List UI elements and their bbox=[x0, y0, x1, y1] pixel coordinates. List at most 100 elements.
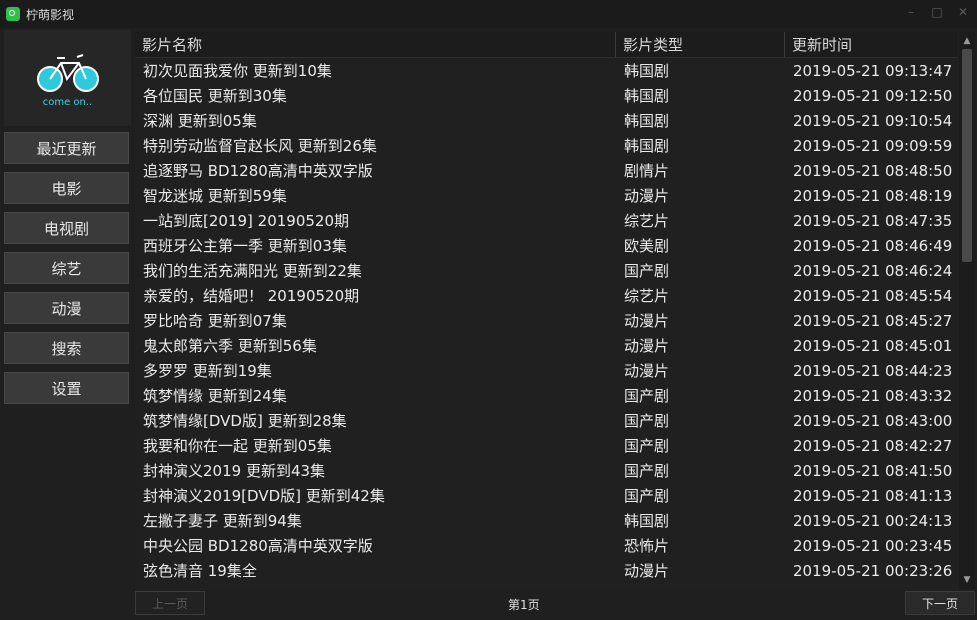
cell-title: 特别劳动监督官赵长风 更新到26集 bbox=[143, 137, 377, 155]
cell-type: 动漫片 bbox=[624, 562, 670, 580]
cell-time: 2019-05-21 08:46:49 bbox=[793, 236, 953, 255]
video-table: 影片名称 影片类型 更新时间 初次见面我爱你 更新到10集 韩国剧 2019-05-… bbox=[135, 32, 975, 589]
cell-title: 深渊 更新到05集 bbox=[143, 112, 257, 130]
cell-title: 筑梦情缘[DVD版] 更新到28集 bbox=[143, 412, 347, 430]
cell-title: 追逐野马 BD1280高清中英双字版 bbox=[143, 162, 373, 180]
cell-title: 多罗罗 更新到19集 bbox=[143, 362, 272, 380]
cell-type: 欧美剧 bbox=[624, 237, 670, 255]
cell-time: 2019-05-21 08:41:50 bbox=[793, 461, 953, 480]
cell-title: 一站到底[2019] 20190520期 bbox=[143, 212, 349, 230]
cell-title: 初次见面我爱你 更新到10集 bbox=[143, 62, 332, 80]
header-time[interactable]: 更新时间 bbox=[785, 32, 958, 57]
title-bar: 柠萌影视 – □ ✕ bbox=[0, 0, 977, 28]
next-page-button[interactable]: 下一页 bbox=[905, 591, 975, 615]
scroll-thumb[interactable] bbox=[962, 49, 972, 262]
cell-type: 国产剧 bbox=[624, 462, 670, 480]
cell-time: 2019-05-21 08:45:54 bbox=[793, 286, 953, 305]
cell-title: 亲爱的，结婚吧！ 20190520期 bbox=[143, 287, 360, 305]
cell-time: 2019-05-21 09:10:54 bbox=[793, 111, 953, 130]
cell-title: 弦色清音 19集全 bbox=[143, 562, 257, 580]
table-row[interactable]: 鬼太郎第六季 更新到56集 动漫片 2019-05-21 08:45:01 bbox=[135, 333, 958, 358]
cell-time: 2019-05-21 08:47:35 bbox=[793, 211, 953, 230]
cell-time: 2019-05-21 08:45:27 bbox=[793, 311, 953, 330]
cell-title: 我们的生活充满阳光 更新到22集 bbox=[143, 262, 362, 280]
close-icon[interactable]: ✕ bbox=[955, 4, 971, 20]
cell-type: 动漫片 bbox=[624, 187, 670, 205]
cell-title: 我要和你在一起 更新到05集 bbox=[143, 437, 332, 455]
cell-time: 2019-05-21 08:46:24 bbox=[793, 261, 953, 280]
app-logo-icon bbox=[6, 7, 20, 21]
cell-time: 2019-05-21 00:24:13 bbox=[793, 511, 953, 530]
nav-tv-series[interactable]: 电视剧 bbox=[4, 212, 129, 244]
cell-type: 综艺片 bbox=[624, 287, 670, 305]
cell-type: 综艺片 bbox=[624, 212, 670, 230]
cell-type: 国产剧 bbox=[624, 412, 670, 430]
table-row[interactable]: 筑梦情缘 更新到24集 国产剧 2019-05-21 08:43:32 bbox=[135, 383, 958, 408]
table-row[interactable]: 亲爱的，结婚吧！ 20190520期 综艺片 2019-05-21 08:45:54 bbox=[135, 283, 958, 308]
table-row[interactable]: 各位国民 更新到30集 韩国剧 2019-05-21 09:12:50 bbox=[135, 83, 958, 108]
minimize-icon[interactable]: – bbox=[903, 4, 919, 20]
prev-page-button[interactable]: 上一页 bbox=[135, 591, 205, 615]
table-row[interactable]: 封神演义2019 更新到43集 国产剧 2019-05-21 08:41:50 bbox=[135, 458, 958, 483]
table-row[interactable]: 筑梦情缘[DVD版] 更新到28集 国产剧 2019-05-21 08:43:00 bbox=[135, 408, 958, 433]
window-controls: – □ ✕ bbox=[903, 4, 971, 20]
sidebar: come on.. 最近更新 电影 电视剧 综艺 动漫 搜索 设置 bbox=[4, 30, 131, 618]
cell-type: 国产剧 bbox=[624, 262, 670, 280]
cell-time: 2019-05-21 08:45:01 bbox=[793, 336, 953, 355]
cell-time: 2019-05-21 00:23:45 bbox=[793, 536, 953, 555]
cell-title: 鬼太郎第六季 更新到56集 bbox=[143, 337, 317, 355]
cell-time: 2019-05-21 09:09:59 bbox=[793, 136, 953, 155]
nav-settings[interactable]: 设置 bbox=[4, 372, 129, 404]
cell-type: 动漫片 bbox=[624, 362, 670, 380]
cell-title: 各位国民 更新到30集 bbox=[143, 87, 287, 105]
table-row[interactable]: 追逐野马 BD1280高清中英双字版 剧情片 2019-05-21 08:48:50 bbox=[135, 158, 958, 183]
table-row[interactable]: 深渊 更新到05集 韩国剧 2019-05-21 09:10:54 bbox=[135, 108, 958, 133]
table-row[interactable]: 一站到底[2019] 20190520期 综艺片 2019-05-21 08:47:… bbox=[135, 208, 958, 233]
table-row[interactable]: 智龙迷城 更新到59集 动漫片 2019-05-21 08:48:19 bbox=[135, 183, 958, 208]
maximize-icon[interactable]: □ bbox=[929, 4, 945, 20]
table-row[interactable]: 初次见面我爱你 更新到10集 韩国剧 2019-05-21 09:13:47 bbox=[135, 58, 958, 83]
cell-type: 韩国剧 bbox=[624, 87, 670, 105]
nav-anime[interactable]: 动漫 bbox=[4, 292, 129, 324]
header-title[interactable]: 影片名称 bbox=[135, 32, 616, 57]
header-type[interactable]: 影片类型 bbox=[616, 32, 785, 57]
nav-recent-updates[interactable]: 最近更新 bbox=[4, 132, 129, 164]
table-row[interactable]: 弦色清音 19集全 动漫片 2019-05-21 00:23:26 bbox=[135, 558, 958, 583]
cell-type: 剧情片 bbox=[624, 162, 670, 180]
nav-movies[interactable]: 电影 bbox=[4, 172, 129, 204]
cell-type: 国产剧 bbox=[624, 437, 670, 455]
cell-title: 罗比哈奇 更新到07集 bbox=[143, 312, 287, 330]
cell-title: 封神演义2019 更新到43集 bbox=[143, 462, 326, 480]
cell-time: 2019-05-21 08:48:50 bbox=[793, 161, 953, 180]
page-indicator: 第1页 bbox=[508, 598, 540, 612]
cell-time: 2019-05-21 08:43:32 bbox=[793, 386, 953, 405]
cell-title: 筑梦情缘 更新到24集 bbox=[143, 387, 287, 405]
cell-type: 韩国剧 bbox=[624, 137, 670, 155]
table-row[interactable]: 我们的生活充满阳光 更新到22集 国产剧 2019-05-21 08:46:24 bbox=[135, 258, 958, 283]
table-row[interactable]: 封神演义2019[DVD版] 更新到42集 国产剧 2019-05-21 08:41… bbox=[135, 483, 958, 508]
table-row[interactable]: 中央公园 BD1280高清中英双字版 恐怖片 2019-05-21 00:23:45 bbox=[135, 533, 958, 558]
scroll-up-icon[interactable]: ▲ bbox=[962, 35, 972, 47]
table-row[interactable]: 罗比哈奇 更新到07集 动漫片 2019-05-21 08:45:27 bbox=[135, 308, 958, 333]
table-row[interactable]: 西班牙公主第一季 更新到03集 欧美剧 2019-05-21 08:46:49 bbox=[135, 233, 958, 258]
cell-type: 动漫片 bbox=[624, 337, 670, 355]
cell-time: 2019-05-21 08:43:00 bbox=[793, 411, 953, 430]
table-row[interactable]: 左撇子妻子 更新到94集 韩国剧 2019-05-21 00:24:13 bbox=[135, 508, 958, 533]
cell-type: 国产剧 bbox=[624, 487, 670, 505]
table-row[interactable]: 特别劳动监督官赵长风 更新到26集 韩国剧 2019-05-21 09:09:59 bbox=[135, 133, 958, 158]
scroll-down-icon[interactable]: ▼ bbox=[962, 574, 972, 586]
cell-title: 左撇子妻子 更新到94集 bbox=[143, 512, 302, 530]
table-header: 影片名称 影片类型 更新时间 bbox=[135, 32, 958, 58]
table-row[interactable]: 我要和你在一起 更新到05集 国产剧 2019-05-21 08:42:27 bbox=[135, 433, 958, 458]
cell-type: 韩国剧 bbox=[624, 512, 670, 530]
table-row[interactable]: 多罗罗 更新到19集 动漫片 2019-05-21 08:44:23 bbox=[135, 358, 958, 383]
cell-time: 2019-05-21 08:44:23 bbox=[793, 361, 953, 380]
cell-time: 2019-05-21 00:23:26 bbox=[793, 561, 953, 580]
cell-type: 韩国剧 bbox=[624, 112, 670, 130]
nav-variety[interactable]: 综艺 bbox=[4, 252, 129, 284]
cell-type: 动漫片 bbox=[624, 312, 670, 330]
nav-search[interactable]: 搜索 bbox=[4, 332, 129, 364]
logo-text: come on.. bbox=[42, 96, 93, 108]
window-title: 柠萌影视 bbox=[26, 7, 75, 22]
vertical-scrollbar[interactable]: ▲ ▼ bbox=[959, 32, 975, 589]
